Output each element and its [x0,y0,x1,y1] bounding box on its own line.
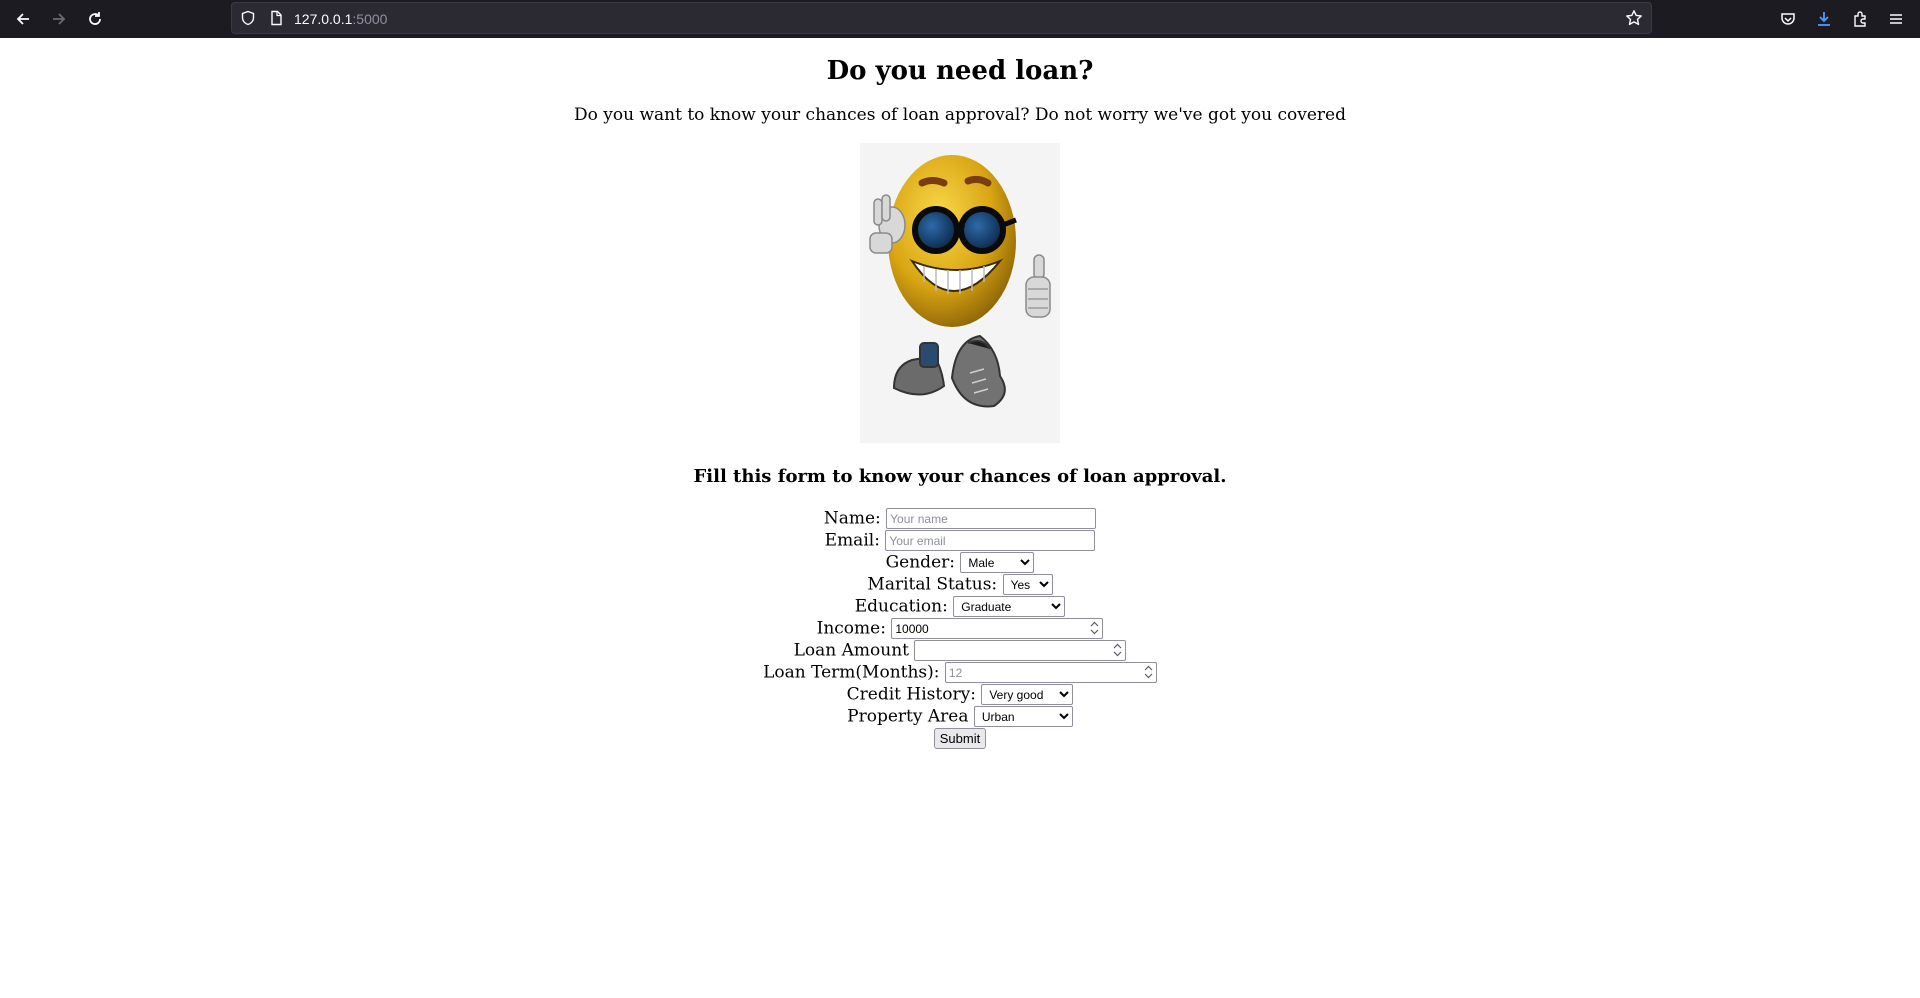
income-row: Income: [0,618,1920,640]
name-row: Name: [0,508,1920,530]
loan-term-row: Loan Term(Months): [0,662,1920,684]
spinner-icon[interactable] [1090,621,1099,635]
back-icon[interactable] [10,6,36,32]
income-label: Income: [816,618,886,639]
browser-toolbar: 127.0.0.1:5000 [0,0,1920,38]
extensions-icon[interactable] [1847,6,1873,32]
reload-icon[interactable] [82,6,108,32]
email-row: Email: [0,530,1920,552]
url-bar[interactable]: 127.0.0.1:5000 [231,2,1652,34]
education-select[interactable]: Graduate [953,596,1066,617]
bookmark-star-icon[interactable] [1625,9,1643,31]
gender-row: Gender: Male [0,552,1920,574]
loan-amount-label: Loan Amount [793,640,909,661]
loan-amount-input[interactable] [914,640,1127,661]
spinner-icon[interactable] [1144,665,1153,679]
name-input[interactable] [886,508,1097,529]
loan-term-label: Loan Term(Months): [763,662,940,683]
loan-amount-number-field [914,640,1127,661]
page-subtitle: Do you want to know your chances of loan… [574,105,1346,125]
page-title: Do you need loan? [826,56,1094,86]
form-heading: Fill this form to know your chances of l… [693,466,1227,487]
credit-history-row: Credit History: Very good [0,684,1920,706]
loan-amount-row: Loan Amount [0,640,1920,662]
education-label: Education: [854,596,948,617]
email-label: Email: [824,530,880,551]
menu-icon[interactable] [1883,6,1909,32]
income-number-field [891,618,1104,639]
pocket-icon[interactable] [1775,6,1801,32]
name-label: Name: [823,508,881,529]
marital-row: Marital Status: Yes [0,574,1920,596]
page-content: Do you need loan? Do you want to know yo… [0,38,1920,998]
url-host: 127.0.0.1 [294,11,353,27]
url-text: 127.0.0.1:5000 [294,11,387,27]
mascot-image [860,143,1060,443]
shield-icon[interactable] [240,10,256,30]
income-input[interactable] [891,618,1104,639]
loan-term-input[interactable] [944,662,1157,683]
email-input[interactable] [885,530,1096,551]
forward-icon[interactable] [46,6,72,32]
credit-history-select[interactable]: Very good [981,684,1074,705]
credit-history-label: Credit History: [846,684,976,705]
property-area-select[interactable]: Urban [973,706,1073,727]
submit-button[interactable]: Submit [933,728,987,749]
marital-status-select[interactable]: Yes [1002,574,1053,595]
submit-row: Submit [0,728,1920,750]
gender-select[interactable]: Male [960,552,1035,573]
spinner-icon[interactable] [1113,643,1122,657]
education-row: Education: Graduate [0,596,1920,618]
url-port: :5000 [352,11,388,27]
page-icon[interactable] [268,10,284,30]
marital-status-label: Marital Status: [867,574,998,595]
gender-label: Gender: [885,552,955,573]
property-area-row: Property Area Urban [0,706,1920,728]
loan-term-number-field [944,662,1157,683]
property-area-label: Property Area [847,706,969,727]
downloads-icon[interactable] [1811,6,1837,32]
